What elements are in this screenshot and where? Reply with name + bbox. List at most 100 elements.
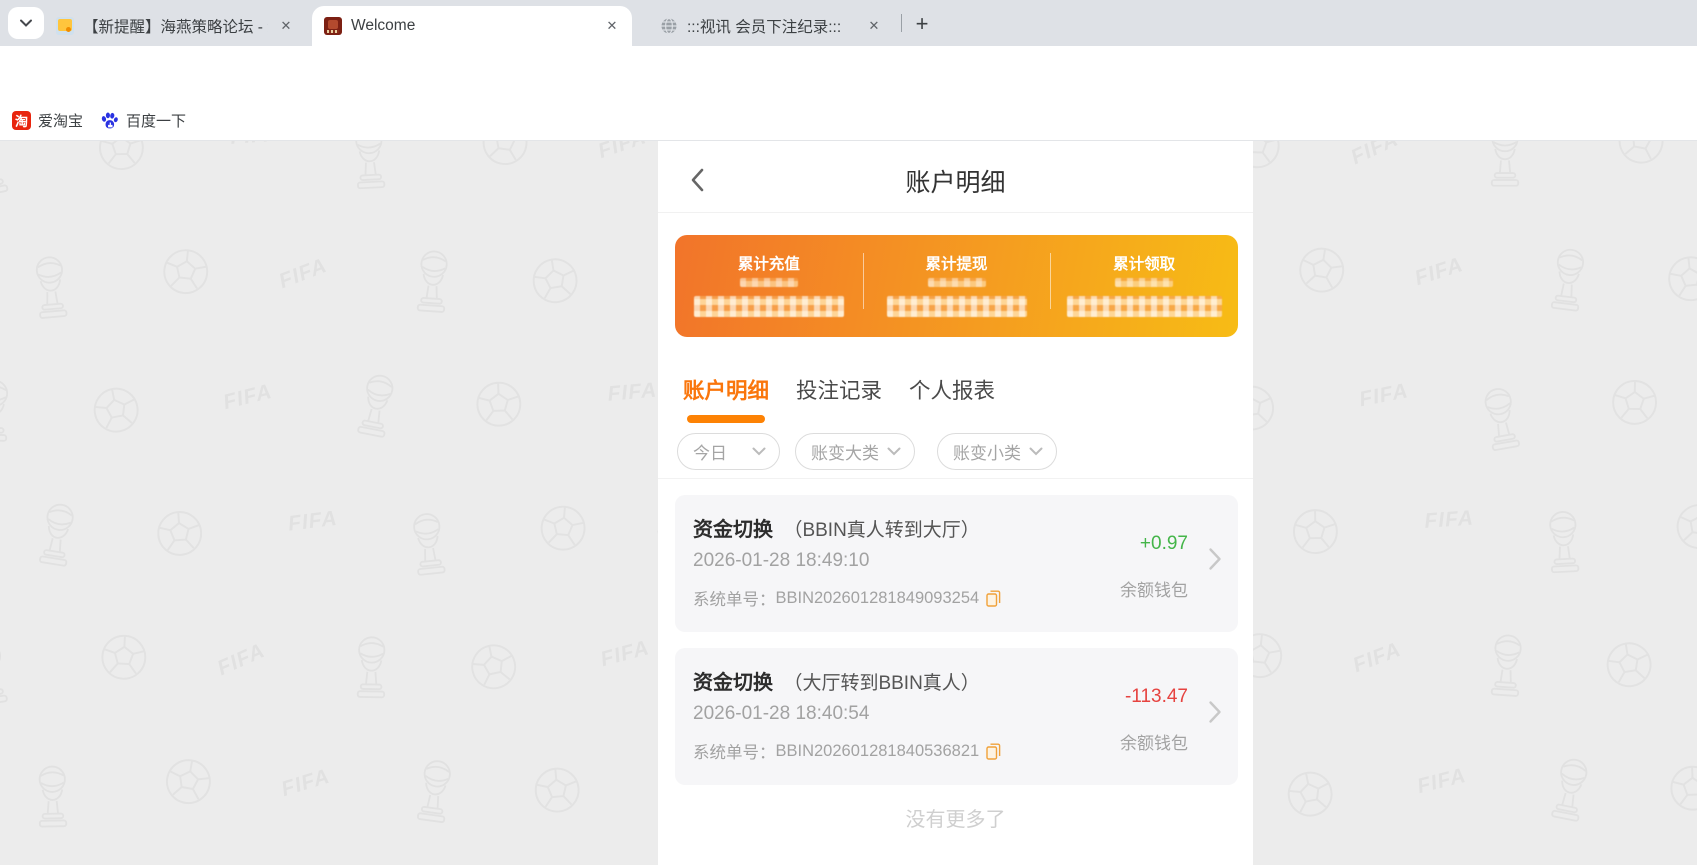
tab-bet-records[interactable]: 投注记录 xyxy=(796,373,882,405)
taobao-icon: 淘 xyxy=(12,110,31,130)
pattern-motif xyxy=(525,240,662,377)
pattern-motif xyxy=(472,375,596,499)
transaction-title: 资金切换 （大厅转到BBIN真人） xyxy=(693,666,980,695)
pattern-motif xyxy=(466,141,602,249)
transaction-type: 资金切换 xyxy=(693,672,773,694)
pattern-motif xyxy=(150,243,282,375)
bookmark-baidu[interactable]: 百度一下 xyxy=(100,107,186,133)
tab-search-button[interactable] xyxy=(8,7,44,39)
filter-category-dropdown[interactable]: 账变大类 xyxy=(795,433,915,470)
pattern-motif xyxy=(529,756,659,865)
bookmarks-bar: 淘 爱淘宝 百度一下 xyxy=(0,99,1697,141)
pattern-motif xyxy=(1539,502,1665,628)
transaction-wallet: 余额钱包 xyxy=(1120,581,1188,600)
pattern-motif xyxy=(29,760,151,865)
pattern-motif xyxy=(1666,759,1697,865)
tab-close-icon[interactable]: ✕ xyxy=(602,16,622,36)
browser-window: 【新提醒】海燕策略论坛 - 综合 ✕ Welcome ✕ :::视讯 会员下注纪… xyxy=(0,0,1697,865)
transaction-title: 资金切换 （BBIN真人转到大厅） xyxy=(693,513,980,542)
browser-tab-welcome[interactable]: Welcome ✕ xyxy=(312,6,632,46)
copy-order-button[interactable] xyxy=(986,743,1001,760)
pattern-motif xyxy=(95,141,217,242)
pattern-motif xyxy=(0,141,101,252)
transaction-amount: -113.47 xyxy=(1124,686,1188,707)
pattern-motif xyxy=(93,630,219,756)
bookmark-label: 爱淘宝 xyxy=(38,112,84,130)
tab-personal-report[interactable]: 个人报表 xyxy=(909,373,995,405)
page-title: 账户明细 xyxy=(905,169,1006,197)
pattern-motif xyxy=(152,501,280,629)
pattern-motif xyxy=(21,496,158,633)
tab-close-icon[interactable]: ✕ xyxy=(864,16,884,36)
pattern-motif: FIFA xyxy=(212,141,351,251)
pattern-motif: FIFA xyxy=(278,764,333,802)
browser-tab-records[interactable]: :::视讯 会员下注纪录::: ✕ xyxy=(648,6,894,46)
summary-label: 累计提现 xyxy=(925,256,988,273)
pattern-motif xyxy=(1532,751,1673,865)
copy-icon xyxy=(986,590,1001,607)
censored-value xyxy=(1066,296,1222,317)
pattern-motif: FIFA xyxy=(1357,379,1411,412)
pattern-motif xyxy=(1535,242,1669,376)
new-tab-button[interactable]: + xyxy=(908,10,936,38)
active-tab-underline xyxy=(687,415,765,423)
chevron-down-icon xyxy=(20,19,32,27)
bookmark-label: 百度一下 xyxy=(126,112,187,130)
pattern-motif: FIFA xyxy=(1411,252,1467,291)
censored-strip xyxy=(1115,278,1174,287)
pattern-motif xyxy=(1280,751,1421,865)
order-label: 系统单号： xyxy=(693,744,776,762)
censored-value xyxy=(693,296,844,317)
pattern-motif: FIFA xyxy=(213,639,269,681)
pattern-motif xyxy=(1662,243,1697,375)
tab-close-icon[interactable]: ✕ xyxy=(276,16,296,36)
transaction-time: 2026-01-28 18:49:10 xyxy=(693,550,870,571)
pattern-motif xyxy=(25,244,155,374)
transaction-order-row: 系统单号： BBIN202601281849093254 xyxy=(693,586,1001,610)
forum-favicon-icon xyxy=(56,17,74,35)
pattern-motif: FIFA xyxy=(1349,637,1405,678)
filter-subcategory-dropdown[interactable]: 账变小类 xyxy=(937,433,1057,470)
pattern-motif: FIFA xyxy=(1414,763,1469,799)
chevron-down-icon xyxy=(752,447,766,456)
pattern-motif xyxy=(402,499,534,631)
browser-tab-forum[interactable]: 【新提醒】海燕策略论坛 - 综合 ✕ xyxy=(44,6,312,46)
divider xyxy=(658,478,1253,479)
report-tabs: 账户明细 投注记录 个人报表 xyxy=(683,373,995,405)
pattern-motif xyxy=(463,622,605,764)
tab-account-detail[interactable]: 账户明细 xyxy=(683,373,769,405)
transaction-type: 资金切换 xyxy=(693,519,773,541)
pattern-motif xyxy=(1478,629,1606,757)
pattern-motif: FIFA xyxy=(275,253,331,294)
copy-icon xyxy=(986,743,1001,760)
casino-logo-favicon-icon xyxy=(324,17,342,35)
summary-card: 累计充值 累计提现 累计领取 xyxy=(675,235,1238,337)
page-content: FIFA FIFA FIFA FIFA FIFA FIFA FIFA FIFA FIFA FIFA… xyxy=(0,141,1697,865)
transaction-row[interactable]: 资金切换 （大厅转到BBIN真人） 2026-01-28 18:40:54 系统… xyxy=(675,648,1238,785)
pattern-motif xyxy=(1660,497,1697,633)
pattern-motif xyxy=(529,500,659,630)
pattern-motif xyxy=(1281,240,1418,377)
tab-title: 【新提醒】海燕策略论坛 - 综合 xyxy=(83,19,268,36)
filter-label: 今日 xyxy=(693,444,727,463)
pattern-motif xyxy=(400,753,536,865)
pattern-motif xyxy=(146,751,285,865)
panel-header: 账户明细 xyxy=(658,141,1253,213)
pattern-motif: FIFA xyxy=(1347,141,1402,170)
summary-label: 累计领取 xyxy=(1113,256,1176,273)
transaction-detail: （大厅转到BBIN真人） xyxy=(783,673,980,694)
summary-total-deposit: 累计充值 xyxy=(675,235,863,337)
copy-order-button[interactable] xyxy=(986,590,1001,607)
pattern-motif xyxy=(1598,141,1697,251)
pattern-motif: FIFA xyxy=(220,379,275,415)
bookmark-taobao[interactable]: 淘 爱淘宝 xyxy=(12,107,83,133)
pattern-motif xyxy=(0,375,92,499)
globe-favicon-icon xyxy=(661,17,677,35)
filter-date-dropdown[interactable]: 今日 xyxy=(677,433,780,470)
chevron-right-icon xyxy=(1209,548,1221,570)
transaction-amount: +0.97 xyxy=(1139,533,1188,554)
summary-label: 累计充值 xyxy=(737,256,800,273)
tab-title: Welcome xyxy=(351,17,416,34)
transaction-row[interactable]: 资金切换 （BBIN真人转到大厅） 2026-01-28 18:49:10 系统… xyxy=(675,495,1238,632)
baidu-paw-icon xyxy=(101,112,118,128)
